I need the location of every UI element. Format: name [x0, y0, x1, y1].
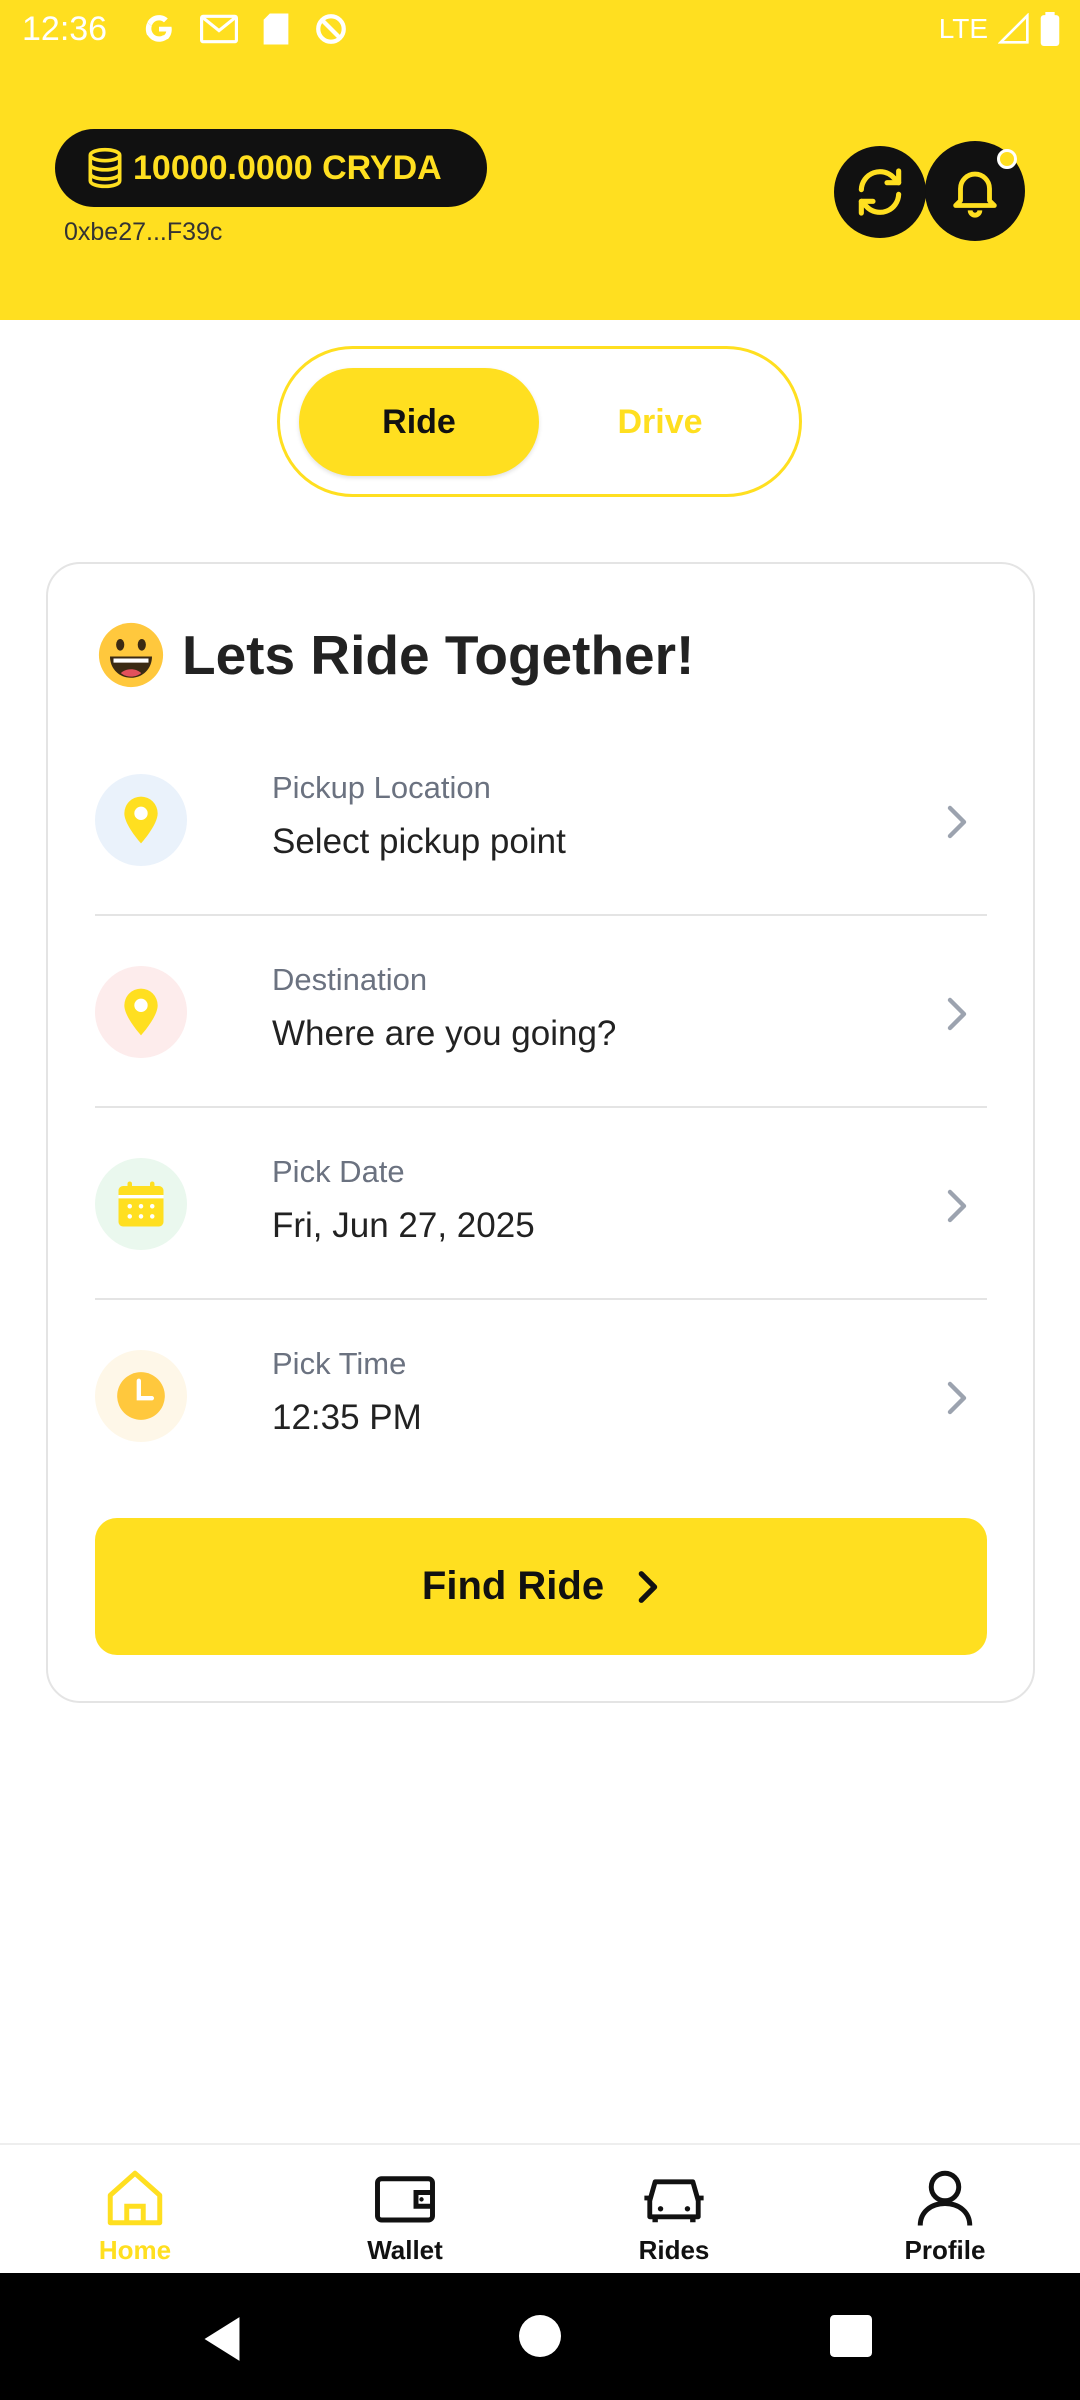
- date-value: Fri, Jun 27, 2025: [272, 1206, 535, 1245]
- sync-icon: [316, 14, 346, 44]
- refresh-button[interactable]: [834, 146, 926, 238]
- pickup-label: Pickup Location: [272, 770, 491, 805]
- nav-label-home: Home: [98, 2235, 172, 2265]
- chevron-right-icon: [947, 1189, 967, 1223]
- pick-date-row[interactable]: Pick Date Fri, Jun 27, 2025: [95, 1108, 987, 1300]
- app-header: 12:36 LTE 10000.0000 CRYDA 0xbe27...F39c: [0, 0, 1080, 320]
- bottom-nav: Home Wallet Rides Profile: [0, 2143, 1080, 2273]
- nav-label-profile: Profile: [904, 2235, 986, 2265]
- chevron-right-icon: [947, 1381, 967, 1415]
- time-icon-circle: [95, 1350, 187, 1442]
- date-label: Pick Date: [272, 1154, 405, 1189]
- notification-badge: [997, 149, 1017, 169]
- pickup-location-row[interactable]: Pickup Location Select pickup point: [95, 724, 987, 916]
- card-title-text: Lets Ride Together!: [182, 624, 695, 686]
- location-pin-icon: [124, 988, 158, 1036]
- signal-icon: [998, 13, 1029, 44]
- nav-label-wallet: Wallet: [367, 2235, 443, 2265]
- calendar-icon: [118, 1181, 164, 1227]
- recents-icon[interactable]: [830, 2315, 872, 2357]
- ride-drive-toggle: Ride Drive: [277, 346, 802, 497]
- notification-icons: [142, 12, 348, 46]
- nav-item-home[interactable]: Home: [35, 2145, 235, 2275]
- balance-pill[interactable]: 10000.0000 CRYDA: [55, 129, 487, 207]
- chevron-right-icon: [638, 1570, 658, 1603]
- wallet-address: 0xbe27...F39c: [64, 218, 223, 246]
- find-ride-button[interactable]: Find Ride: [95, 1518, 987, 1655]
- pickup-value: Select pickup point: [272, 822, 566, 861]
- gmail-icon: [200, 14, 238, 44]
- time-value: 12:35 PM: [272, 1398, 422, 1437]
- refresh-icon: [858, 168, 902, 216]
- network-type: LTE: [938, 13, 988, 44]
- location-pin-icon: [124, 796, 158, 844]
- ride-card: Lets Ride Together! Pickup Location Sele…: [46, 562, 1035, 1703]
- bell-icon: [953, 171, 997, 218]
- tab-ride[interactable]: Ride: [299, 368, 539, 476]
- find-ride-label: Find Ride: [421, 1564, 605, 1608]
- destination-row[interactable]: Destination Where are you going?: [95, 916, 987, 1108]
- balance-amount: 10000.0000 CRYDA: [133, 148, 442, 187]
- date-icon-circle: [95, 1158, 187, 1250]
- wallet-icon: [375, 2176, 435, 2223]
- chevron-right-icon: [947, 997, 967, 1031]
- destination-label: Destination: [272, 962, 428, 997]
- status-time: 12:36: [22, 10, 108, 48]
- pickup-icon-circle: [95, 774, 187, 866]
- nav-label-rides: Rides: [638, 2235, 710, 2265]
- home-icon: [107, 2170, 163, 2226]
- google-icon: [145, 15, 172, 42]
- destination-value: Where are you going?: [272, 1014, 617, 1053]
- sd-card-icon: [263, 13, 289, 45]
- tab-drive[interactable]: Drive: [560, 368, 760, 476]
- status-right: LTE: [939, 12, 1060, 46]
- car-icon: [644, 2179, 704, 2223]
- status-bar: 12:36 LTE: [0, 0, 1080, 64]
- card-title: Lets Ride Together!: [96, 620, 694, 690]
- chevron-right-icon: [947, 805, 967, 839]
- nav-item-wallet[interactable]: Wallet: [305, 2145, 505, 2275]
- coins-icon: [88, 147, 122, 189]
- destination-icon-circle: [95, 966, 187, 1058]
- system-nav-bar: [0, 2273, 1080, 2400]
- pick-time-row[interactable]: Pick Time 12:35 PM: [95, 1300, 987, 1492]
- back-icon[interactable]: [200, 2315, 244, 2363]
- person-icon: [917, 2170, 973, 2226]
- nav-item-rides[interactable]: Rides: [574, 2145, 774, 2275]
- grinning-face-icon: [98, 622, 164, 688]
- notifications-button[interactable]: [925, 141, 1025, 241]
- battery-icon: [1040, 12, 1060, 46]
- nav-item-profile[interactable]: Profile: [845, 2145, 1045, 2275]
- clock-icon: [117, 1372, 165, 1420]
- home-circle-icon[interactable]: [519, 2315, 561, 2357]
- time-label: Pick Time: [272, 1346, 407, 1381]
